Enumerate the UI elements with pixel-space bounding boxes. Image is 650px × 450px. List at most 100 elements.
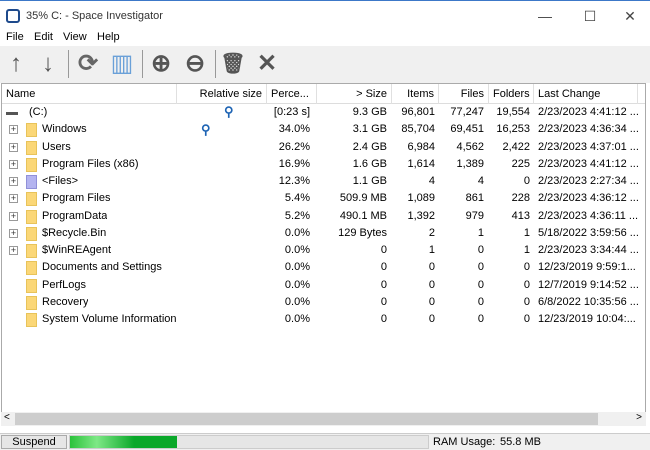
column-header-name[interactable]: Name: [2, 84, 177, 104]
item-count: 0: [428, 295, 435, 308]
item-name: $Recycle.Bin: [42, 226, 107, 239]
last-change: 6/8/2022 10:35:56 ...: [538, 295, 638, 308]
layout-button[interactable]: ▥: [108, 50, 136, 78]
table-row[interactable]: + Windows 34.0% 3.1 GB 85,704 69,451 16,253 2/2…: [2, 121, 645, 138]
scroll-left-icon[interactable]: <: [4, 412, 10, 423]
folder-icon: [26, 140, 37, 155]
file-count: 0: [477, 278, 484, 291]
table-row[interactable]: + $WinREAgent 0.0% 0 1 0 1 2/23/2023 3:34:44 ..…: [2, 242, 645, 259]
item-percent: 0.0%: [284, 244, 310, 256]
expand-icon[interactable]: +: [9, 194, 18, 204]
expand-icon[interactable]: +: [9, 228, 18, 238]
item-count: 0: [428, 313, 435, 325]
column-header-files[interactable]: Files: [439, 84, 489, 104]
item-size: 0: [380, 295, 387, 308]
table-row[interactable]: PerfLogs 0.0% 0 0 0 0 12/7/2019 9:14:52 ...: [2, 277, 645, 294]
expand-icon[interactable]: +: [9, 142, 18, 152]
folder-icon: [26, 278, 37, 293]
item-percent: 12.3%: [278, 175, 310, 187]
last-change: 5/18/2022 3:59:56 ...: [538, 226, 638, 239]
expand-icon[interactable]: +: [9, 159, 18, 169]
last-change: 2/23/2023 4:41:12 ...: [538, 157, 638, 170]
item-name: PerfLogs: [42, 278, 87, 291]
item-count: 85,704: [401, 123, 435, 136]
table-row[interactable]: + Program Files 5.4% 509.9 MB 1,089 861 228 2/2…: [2, 190, 645, 207]
ram-usage-value: 55.8 MB: [500, 436, 541, 448]
close-button[interactable]: ✕: [610, 5, 650, 27]
last-change: 2/23/2023 4:36:34 ...: [538, 123, 638, 136]
zoom-out-button[interactable]: ⊖: [181, 50, 209, 78]
item-percent: 26.2%: [278, 140, 310, 153]
menu-view[interactable]: View: [63, 31, 87, 43]
app-icon: [6, 9, 20, 23]
folder-icon: [26, 226, 37, 241]
item-count: 1,614: [407, 157, 435, 170]
item-count: 0: [428, 261, 435, 274]
folder-icon: [26, 123, 37, 138]
item-percent: [0:23 s]: [273, 106, 310, 118]
table-row[interactable]: Recovery 0.0% 0 0 0 0 6/8/2022 10:35:56 ...: [2, 294, 645, 311]
delete-button[interactable]: 🗑: [219, 50, 247, 78]
down-button[interactable]: ↓: [34, 50, 62, 78]
expand-icon[interactable]: +: [9, 177, 18, 186]
item-count: 6,984: [407, 140, 435, 153]
table-row[interactable]: System Volume Information 0.0% 0 0 0 0 12/23/2…: [2, 311, 645, 328]
table-row[interactable]: + Users 26.2% 2.4 GB 6,984 4,562 2,422 2/23/202…: [2, 139, 645, 156]
folder-count: 19,554: [496, 106, 530, 118]
refresh-button[interactable]: ⟳: [74, 50, 102, 78]
scroll-right-icon[interactable]: >: [636, 412, 642, 423]
file-count: 861: [465, 192, 484, 205]
menu-bar: File Edit View Help: [0, 30, 650, 46]
column-header-relative-size[interactable]: Relative size: [177, 84, 267, 104]
expand-icon[interactable]: +: [9, 125, 18, 135]
item-percent: 16.9%: [278, 157, 310, 170]
file-count: 4,562: [456, 140, 484, 153]
cancel-button[interactable]: ✕: [253, 50, 281, 78]
folder-icon: [26, 209, 37, 224]
expand-icon[interactable]: +: [9, 211, 18, 221]
column-header-items[interactable]: Items: [392, 84, 439, 104]
up-button[interactable]: ↑: [2, 50, 30, 78]
folder-icon: [26, 295, 37, 310]
menu-file[interactable]: File: [6, 31, 24, 43]
table-row[interactable]: + ProgramData 5.2% 490.1 MB 1,392 979 413 2/23/…: [2, 208, 645, 225]
file-count: 77,247: [450, 106, 484, 118]
item-size: 0: [380, 261, 387, 274]
suspend-button[interactable]: Suspend: [1, 435, 67, 449]
file-count: 0: [477, 261, 484, 274]
horizontal-scrollbar[interactable]: < >: [1, 412, 646, 426]
menu-help[interactable]: Help: [97, 31, 120, 43]
folder-count: 1: [523, 226, 530, 239]
zoom-in-button[interactable]: ⊕: [147, 50, 175, 78]
maximize-button[interactable]: ☐: [570, 5, 610, 27]
table-row[interactable]: + <Files> 12.3% 1.1 GB 4 4 0 2/23/2023 2:27:34 …: [2, 173, 645, 190]
table-row[interactable]: + $Recycle.Bin 0.0% 129 Bytes 2 1 1 5/18/2022 3…: [2, 225, 645, 242]
menu-edit[interactable]: Edit: [34, 31, 53, 43]
column-header-size[interactable]: > Size: [317, 84, 392, 104]
table-row[interactable]: Documents and Settings 0.0% 0 0 0 0 12/23/2019…: [2, 259, 645, 276]
separator: [142, 50, 143, 78]
item-count: 4: [428, 175, 435, 187]
item-count: 96,801: [401, 106, 435, 118]
folder-count: 225: [511, 157, 530, 170]
file-tree-table: Name Relative size Perce... > Size Items…: [1, 83, 646, 413]
search-icon[interactable]: ⚲: [224, 104, 234, 120]
column-header-last-change[interactable]: Last Change: [534, 84, 638, 104]
expand-icon[interactable]: +: [9, 246, 18, 255]
folder-count: 0: [523, 261, 530, 274]
column-header-percent[interactable]: Perce...: [267, 84, 317, 104]
folder-icon: [26, 157, 37, 172]
item-percent: 0.0%: [284, 295, 310, 308]
item-percent: 5.2%: [284, 209, 310, 222]
table-row[interactable]: (C:) [0:23 s] 9.3 GB 96,801 77,247 19,554 2/23…: [2, 104, 645, 121]
item-name: Documents and Settings: [42, 261, 162, 274]
scrollbar-thumb[interactable]: [15, 413, 598, 425]
table-row[interactable]: + Program Files (x86) 16.9% 1.6 GB 1,614 1,38…: [2, 156, 645, 173]
item-name: Recovery: [42, 295, 89, 308]
minimize-button[interactable]: —: [525, 5, 565, 27]
column-header-folders[interactable]: Folders: [489, 84, 534, 104]
item-name: System Volume Information: [42, 313, 177, 325]
item-percent: 0.0%: [284, 226, 310, 239]
search-icon[interactable]: ⚲: [201, 122, 211, 138]
item-count: 1: [428, 244, 435, 256]
